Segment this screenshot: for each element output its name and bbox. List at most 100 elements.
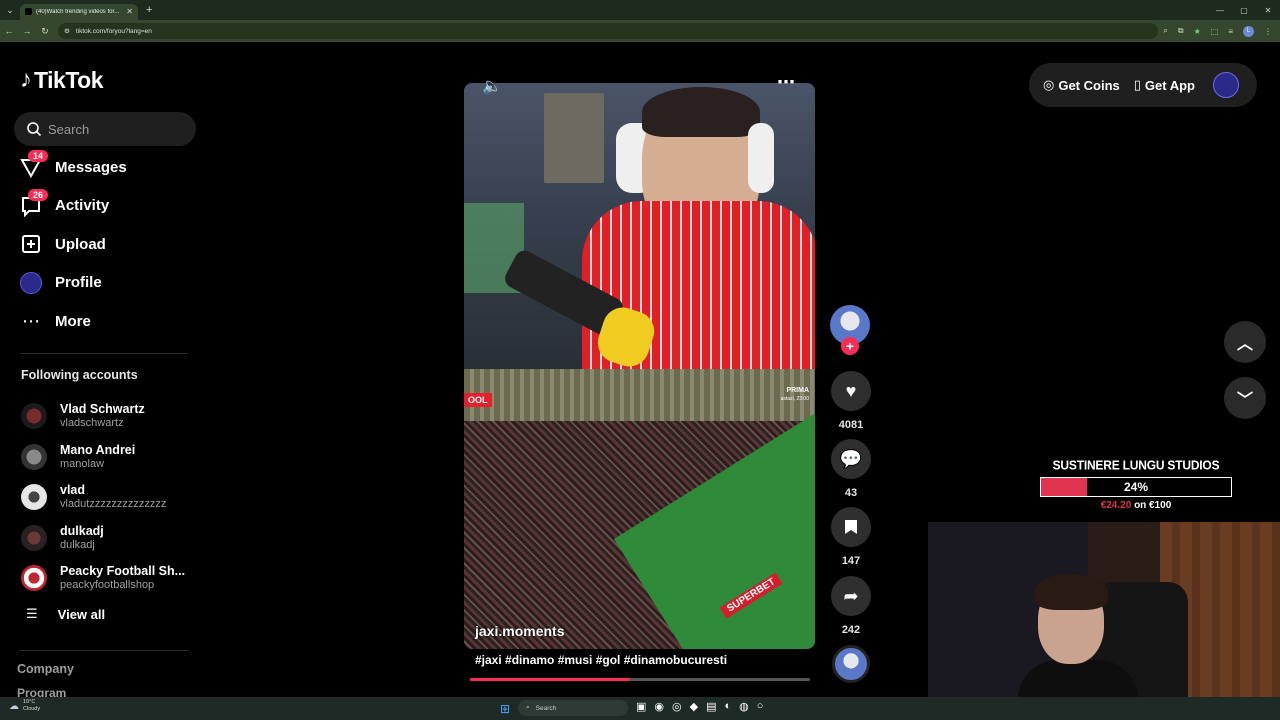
follow-plus-icon[interactable]: + bbox=[841, 337, 859, 355]
install-icon[interactable]: ⧉ bbox=[1178, 26, 1184, 36]
bookmark-star-icon[interactable]: ★ bbox=[1194, 27, 1201, 36]
tab-list-icon[interactable]: ⌄ bbox=[0, 0, 20, 20]
new-tab-icon[interactable]: + bbox=[146, 4, 152, 16]
discord-icon[interactable]: ◐ bbox=[725, 700, 732, 713]
forward-icon[interactable]: → bbox=[18, 26, 36, 36]
get-coins-button[interactable]: ◎ Get Coins bbox=[1043, 77, 1120, 93]
account-text: Mano Andrei manolaw bbox=[60, 443, 135, 471]
url-field[interactable]: ⚙ tiktok.com/foryou?lang=en bbox=[58, 23, 1158, 39]
account-username: vladutzzzzzzzzzzzzzz bbox=[60, 498, 167, 511]
video-hashtags[interactable]: #jaxi #dinamo #musi #gol #dinamobucurest… bbox=[475, 653, 727, 667]
search-box[interactable] bbox=[14, 112, 196, 146]
share-icon[interactable]: ➦ bbox=[831, 576, 871, 616]
account-username: dulkadj bbox=[60, 538, 95, 551]
profile-avatar-icon bbox=[20, 271, 42, 294]
copilot-icon[interactable]: ◉ bbox=[654, 700, 664, 713]
account-text: vlad vladutzzzzzzzzzzzzzz bbox=[60, 483, 166, 511]
send-icon: 14 bbox=[20, 150, 49, 179]
close-window-icon[interactable]: ✕ bbox=[1256, 0, 1280, 20]
sidebar-item-upload[interactable]: Upload bbox=[20, 225, 200, 264]
cloud-icon: ☁ bbox=[9, 700, 19, 712]
reload-icon[interactable]: ↻ bbox=[36, 26, 54, 37]
list-item[interactable]: vlad vladutzzzzzzzzzzzzzz bbox=[21, 477, 201, 518]
list-item[interactable]: Mano Andrei manolaw bbox=[21, 437, 201, 478]
weather-widget[interactable]: ☁ 10°C Cloudy bbox=[9, 699, 40, 713]
window-controls: — ▢ ✕ bbox=[1208, 0, 1280, 20]
get-coins-label: Get Coins bbox=[1058, 77, 1120, 93]
extensions-icon[interactable]: ⬚ bbox=[1211, 27, 1219, 36]
get-app-button[interactable]: ▯ Get App bbox=[1134, 77, 1195, 93]
user-avatar[interactable] bbox=[1212, 72, 1239, 98]
browser-tab[interactable]: (40)Watch trending videos for... ✕ bbox=[20, 3, 138, 20]
taskbar-search[interactable]: ⌕ Search bbox=[518, 700, 628, 716]
zoom-icon[interactable]: ⌕ bbox=[1163, 26, 1167, 36]
share-action: ➦ 242 bbox=[830, 576, 872, 636]
activity-icon: 26 bbox=[20, 188, 49, 217]
sidebar-item-activity[interactable]: 26 Activity bbox=[20, 187, 200, 226]
chevron-up-icon: ︿ bbox=[1236, 336, 1253, 353]
list-item[interactable]: Peacky Football Sh... peackyfootballshop bbox=[21, 558, 201, 599]
goal-overlay-tag: OOL bbox=[464, 393, 492, 407]
windows-taskbar: ☁ 10°C Cloudy ⊞ ⌕ Search ▣ ◉ ◎ ◆ ▤ ◐ ◍ ○ bbox=[0, 697, 1280, 720]
creator-avatar[interactable]: + bbox=[830, 305, 870, 355]
volume-icon[interactable]: 🔈 bbox=[482, 76, 502, 96]
back-icon[interactable]: ← bbox=[0, 26, 18, 36]
teams-icon[interactable]: ◆ bbox=[690, 700, 698, 713]
donation-raised: €24.20 bbox=[1100, 500, 1132, 511]
sidebar-item-label: Profile bbox=[55, 274, 102, 292]
minimize-icon[interactable]: — bbox=[1208, 0, 1232, 20]
save-action: 147 bbox=[830, 507, 872, 567]
video-author[interactable]: jaxi.moments bbox=[475, 623, 564, 639]
comment-action: 💬 43 bbox=[830, 439, 872, 499]
weather-temp: 10°C bbox=[23, 699, 36, 705]
site-info-icon[interactable]: ⚙ bbox=[64, 27, 70, 35]
music-disc-icon[interactable] bbox=[832, 645, 870, 683]
view-all-label: View all bbox=[57, 606, 106, 622]
browser-menu-icon[interactable]: ⋮ bbox=[1264, 27, 1272, 36]
chrome-icon[interactable]: ◎ bbox=[672, 700, 682, 713]
avatar bbox=[20, 271, 42, 294]
opera-icon[interactable]: ○ bbox=[757, 700, 764, 713]
sidebar-item-label: Upload bbox=[55, 235, 106, 253]
weather-text: 10°C Cloudy bbox=[23, 699, 40, 713]
close-tab-icon[interactable]: ✕ bbox=[126, 7, 133, 16]
view-all-link[interactable]: ☰ View all bbox=[26, 606, 105, 622]
sidebar-item-messages[interactable]: 14 Messages bbox=[20, 148, 200, 187]
search-icon: ⌕ bbox=[526, 704, 530, 711]
maximize-icon[interactable]: ▢ bbox=[1232, 0, 1256, 20]
plus-square-icon bbox=[20, 233, 42, 255]
sidebar-item-label: Activity bbox=[55, 197, 110, 215]
heart-icon[interactable]: ♥ bbox=[831, 371, 871, 411]
search-input[interactable] bbox=[48, 121, 188, 137]
video-progress-bar[interactable] bbox=[470, 678, 810, 681]
task-view-icon[interactable]: ▣ bbox=[636, 700, 646, 713]
tv-channel-name: PRIMA bbox=[786, 387, 809, 394]
browser-app-icon[interactable]: ◍ bbox=[739, 700, 749, 713]
like-action: ♥ 4081 bbox=[830, 371, 872, 431]
donation-percent: 24% bbox=[1123, 480, 1149, 494]
list-item[interactable]: dulkadj dulkadj bbox=[21, 518, 201, 559]
browser-account-icon[interactable]: L bbox=[1243, 25, 1254, 37]
video-player[interactable]: OOL PRIMA astazi, 23:00 SUPERBET bbox=[464, 83, 815, 649]
get-app-label: Get App bbox=[1144, 77, 1195, 93]
sidebar-item-profile[interactable]: Profile bbox=[20, 264, 200, 303]
sidebar-item-more[interactable]: ⋯ More bbox=[20, 302, 200, 341]
previous-video-button[interactable]: ︿ bbox=[1224, 321, 1266, 363]
sidebar-icon[interactable]: ≡ bbox=[1228, 27, 1233, 36]
avatar bbox=[21, 484, 47, 511]
account-name: Vlad Schwartz bbox=[60, 402, 145, 417]
video-streamer-frame bbox=[464, 83, 815, 372]
footer-company[interactable]: Company bbox=[17, 662, 74, 676]
tiktok-logo[interactable]: ♪ TikTok bbox=[20, 66, 104, 94]
windows-start-icon[interactable]: ⊞ bbox=[500, 702, 510, 716]
phone-icon: ▯ bbox=[1133, 77, 1141, 92]
list-item[interactable]: Vlad Schwartz vladschwartz bbox=[21, 396, 201, 437]
bookmark-icon[interactable] bbox=[831, 507, 871, 547]
folder-icon[interactable]: ▤ bbox=[706, 700, 716, 713]
next-video-button[interactable]: ﹀ bbox=[1224, 377, 1266, 419]
list-icon: ☰ bbox=[26, 606, 38, 621]
more-options-icon[interactable]: ⋯ bbox=[777, 72, 796, 93]
comment-icon[interactable]: 💬 bbox=[831, 439, 871, 479]
donation-amount: €24.20 on €100 bbox=[1040, 500, 1232, 511]
avatar bbox=[21, 443, 47, 470]
